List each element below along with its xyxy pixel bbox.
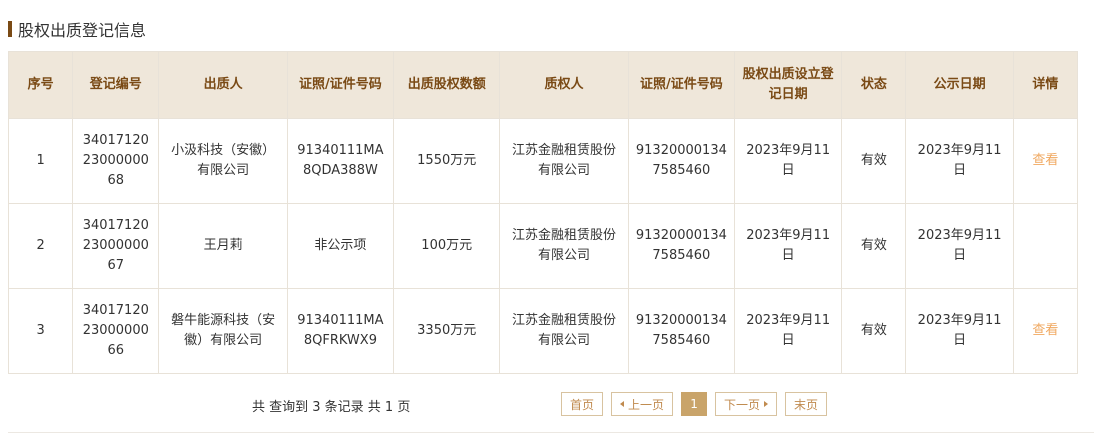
cell-amount: 3350万元 xyxy=(393,288,501,374)
table-row: 2 340171202300000067 王月莉 非公示项 100万元 江苏金融… xyxy=(7,203,1079,289)
cell-pledgor-id: 91340111MA8QFRKWX9 xyxy=(286,288,395,374)
cell-reg-no: 340171202300000066 xyxy=(72,288,160,374)
prev-page-button[interactable]: 上一页 xyxy=(611,392,674,416)
caret-right-icon xyxy=(764,401,769,407)
cell-pledgor: 磐牛能源科技（安徽）有限公司 xyxy=(158,288,288,374)
current-page-button[interactable]: 1 xyxy=(681,392,708,416)
section-header: 股权出质登记信息 xyxy=(8,18,146,40)
cell-date: 2023年9月11日 xyxy=(734,203,843,289)
cell-date: 2023年9月11日 xyxy=(734,288,843,374)
col-header-no: 序号 xyxy=(7,51,74,119)
cell-pub-date: 2023年9月11日 xyxy=(905,203,1014,289)
cell-pledgee-id: 913200001347585460 xyxy=(627,203,736,289)
prev-page-label: 上一页 xyxy=(628,397,665,412)
section-marker xyxy=(8,21,12,37)
table-header-row: 序号 登记编号 出质人 证照/证件号码 出质股权数额 质权人 证照/证件号码 股… xyxy=(7,51,1079,119)
cell-status: 有效 xyxy=(841,288,907,374)
col-header-pledgor-id: 证照/证件号码 xyxy=(286,51,395,119)
cell-pledgor: 小汲科技（安徽）有限公司 xyxy=(158,118,288,204)
footer-divider xyxy=(8,432,1094,433)
col-header-status: 状态 xyxy=(841,51,907,119)
cell-detail xyxy=(1012,203,1079,289)
cell-pledgor-id: 非公示项 xyxy=(286,203,395,289)
cell-pledgor: 王月莉 xyxy=(158,203,288,289)
cell-amount: 100万元 xyxy=(393,203,501,289)
cell-no: 1 xyxy=(7,118,74,204)
cell-pledgee-id: 913200001347585460 xyxy=(627,118,736,204)
table-row: 1 340171202300000068 小汲科技（安徽）有限公司 913401… xyxy=(7,118,1079,204)
cell-detail: 查看 xyxy=(1012,118,1079,204)
cell-reg-no: 340171202300000068 xyxy=(72,118,160,204)
cell-pledgor-id: 91340111MA8QDA388W xyxy=(286,118,395,204)
record-summary: 共 查询到 3 条记录 共 1 页 xyxy=(252,400,411,415)
cell-pledgee: 江苏金融租赁股份有限公司 xyxy=(499,288,629,374)
cell-pub-date: 2023年9月11日 xyxy=(905,118,1014,204)
cell-pledgee: 江苏金融租赁股份有限公司 xyxy=(499,118,629,204)
table-row: 3 340171202300000066 磐牛能源科技（安徽）有限公司 9134… xyxy=(7,288,1079,374)
first-page-label: 首页 xyxy=(570,397,595,412)
col-header-pledgor: 出质人 xyxy=(158,51,288,119)
cell-pub-date: 2023年9月11日 xyxy=(905,288,1014,374)
cell-pledgee-id: 913200001347585460 xyxy=(627,288,736,374)
col-header-pub-date: 公示日期 xyxy=(905,51,1014,119)
cell-no: 3 xyxy=(7,288,74,374)
col-header-amount: 出质股权数额 xyxy=(393,51,501,119)
section-title: 股权出质登记信息 xyxy=(18,21,147,40)
cell-amount: 1550万元 xyxy=(393,118,501,204)
cell-detail: 查看 xyxy=(1012,288,1079,374)
last-page-label: 末页 xyxy=(794,397,819,412)
next-page-label: 下一页 xyxy=(724,397,761,412)
current-page-label: 1 xyxy=(690,397,698,411)
col-header-date: 股权出质设立登记日期 xyxy=(734,51,843,119)
cell-status: 有效 xyxy=(841,203,907,289)
col-header-pledgee: 质权人 xyxy=(499,51,629,119)
view-detail-link[interactable]: 查看 xyxy=(1032,323,1058,338)
next-page-button[interactable]: 下一页 xyxy=(715,392,778,416)
caret-left-icon xyxy=(620,401,625,407)
cell-reg-no: 340171202300000067 xyxy=(72,203,160,289)
pledge-table: 序号 登记编号 出质人 证照/证件号码 出质股权数额 质权人 证照/证件号码 股… xyxy=(7,51,1079,374)
pagination: 首页 上一页 1 下一页 末页 xyxy=(561,392,835,416)
view-detail-link[interactable]: 查看 xyxy=(1032,153,1058,168)
col-header-pledgee-id: 证照/证件号码 xyxy=(627,51,736,119)
cell-no: 2 xyxy=(7,203,74,289)
cell-date: 2023年9月11日 xyxy=(734,118,843,204)
cell-status: 有效 xyxy=(841,118,907,204)
col-header-reg-no: 登记编号 xyxy=(72,51,160,119)
first-page-button[interactable]: 首页 xyxy=(561,392,604,416)
cell-pledgee: 江苏金融租赁股份有限公司 xyxy=(499,203,629,289)
col-header-detail: 详情 xyxy=(1012,51,1079,119)
last-page-button[interactable]: 末页 xyxy=(785,392,828,416)
